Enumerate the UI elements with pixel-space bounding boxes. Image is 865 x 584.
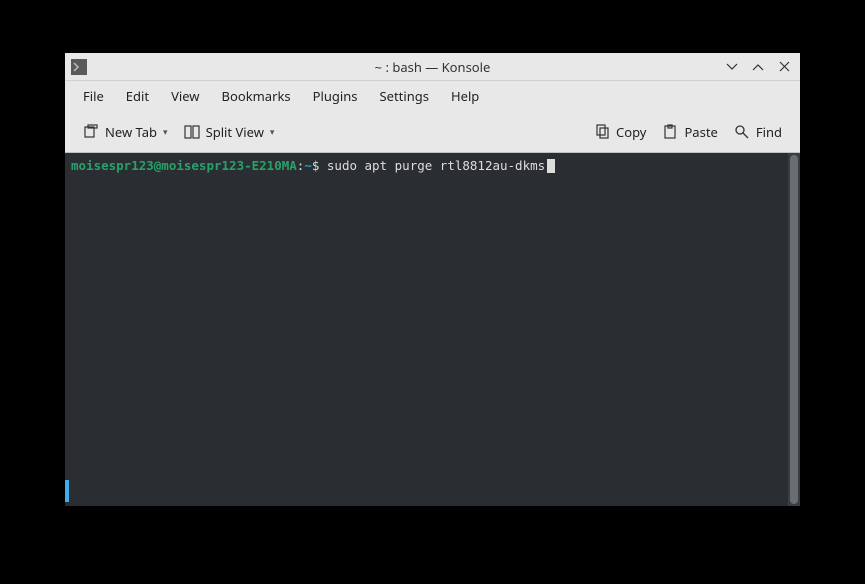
menu-edit[interactable]: Edit xyxy=(116,83,159,109)
menu-view[interactable]: View xyxy=(161,83,209,109)
split-view-button[interactable]: Split View ▾ xyxy=(176,118,283,146)
menu-bookmarks[interactable]: Bookmarks xyxy=(212,83,301,109)
titlebar[interactable]: ~ : bash — Konsole xyxy=(65,53,800,81)
scrollbar-thumb[interactable] xyxy=(790,155,798,504)
menu-plugins[interactable]: Plugins xyxy=(303,83,368,109)
menu-help[interactable]: Help xyxy=(441,83,489,109)
copy-button[interactable]: Copy xyxy=(586,118,654,146)
prompt-path: ~ xyxy=(304,158,312,173)
menu-settings[interactable]: Settings xyxy=(370,83,439,109)
scrollbar[interactable] xyxy=(788,153,800,506)
window-title: ~ : bash — Konsole xyxy=(65,58,800,76)
chevron-down-icon: ▾ xyxy=(163,125,168,138)
close-button[interactable] xyxy=(776,59,792,75)
prompt-symbol: $ xyxy=(312,158,320,173)
minimize-button[interactable] xyxy=(724,59,740,75)
taskbar-indicator xyxy=(65,480,69,502)
command-text: sudo apt purge rtl8812au-dkms xyxy=(327,158,545,173)
new-tab-icon xyxy=(83,124,99,140)
new-tab-label: New Tab xyxy=(105,123,157,141)
terminal-area[interactable]: moisespr123@moisespr123-E210MA:~$ sudo a… xyxy=(65,153,800,506)
copy-label: Copy xyxy=(616,123,646,141)
new-tab-button[interactable]: New Tab ▾ xyxy=(75,118,176,146)
prompt-user-host: moisespr123@moisespr123-E210MA xyxy=(71,158,297,173)
search-icon xyxy=(734,124,750,140)
find-button[interactable]: Find xyxy=(726,118,790,146)
terminal-content[interactable]: moisespr123@moisespr123-E210MA:~$ sudo a… xyxy=(65,153,788,506)
terminal-app-icon xyxy=(71,59,87,75)
paste-icon xyxy=(662,124,678,140)
menu-file[interactable]: File xyxy=(73,83,114,109)
find-label: Find xyxy=(756,123,782,141)
chevron-down-icon: ▾ xyxy=(270,125,275,138)
paste-button[interactable]: Paste xyxy=(654,118,725,146)
split-view-icon xyxy=(184,124,200,140)
toolbar: New Tab ▾ Split View ▾ Copy Paste xyxy=(65,111,800,153)
maximize-button[interactable] xyxy=(750,59,766,75)
split-view-label: Split View xyxy=(206,123,264,141)
konsole-window: ~ : bash — Konsole File Edit View Bookma… xyxy=(65,53,800,506)
menubar: File Edit View Bookmarks Plugins Setting… xyxy=(65,81,800,111)
window-controls xyxy=(724,59,800,75)
cursor xyxy=(547,159,555,173)
paste-label: Paste xyxy=(684,123,717,141)
copy-icon xyxy=(594,124,610,140)
